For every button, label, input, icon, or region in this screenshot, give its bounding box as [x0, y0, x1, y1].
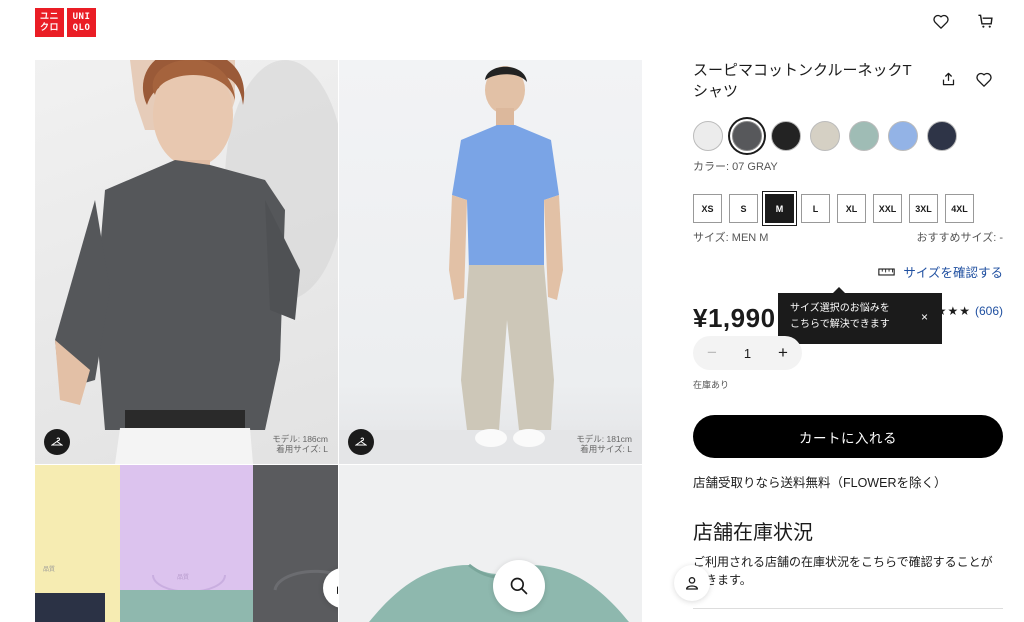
account-icon[interactable]: [674, 565, 710, 601]
color-swatch-black[interactable]: [771, 121, 801, 151]
logo-latin: UNI QLO: [67, 8, 96, 37]
favorite-heart-icon[interactable]: [973, 68, 995, 90]
size-option-xs[interactable]: XS: [693, 194, 722, 223]
size-label: サイズ: MEN M: [693, 232, 769, 244]
model-gray-photo: [55, 60, 338, 464]
product-image-folded-colors[interactable]: 品質 品質: [35, 465, 338, 622]
store-stock-description: ご利用される店舗の在庫状況をこちらで確認することができます。: [693, 555, 993, 587]
product-image-model-gray[interactable]: モデル: 186cm 着用サイズ: L: [35, 60, 338, 464]
tooltip-close-icon[interactable]: ×: [921, 309, 928, 325]
product-title: スーピマコットンクルーネックTシャツ: [693, 62, 912, 100]
model-info: モデル: 186cm 着用サイズ: L: [272, 434, 328, 454]
cart-icon[interactable]: [974, 10, 996, 32]
size-selector: XS S M L XL XXL 3XL 4XL: [693, 194, 974, 223]
hanger-icon[interactable]: [44, 429, 70, 455]
model-size: 着用サイズ: L: [276, 444, 328, 454]
quality-tag: 品質: [177, 573, 189, 581]
model-blue-photo: [339, 66, 642, 464]
ruler-icon: [878, 267, 896, 276]
size-option-s[interactable]: S: [729, 194, 758, 223]
color-swatch-green[interactable]: [849, 121, 879, 151]
size-option-xxl[interactable]: XXL: [873, 194, 902, 223]
tooltip-line-1: サイズ選択のお悩みを: [790, 303, 890, 314]
size-option-l[interactable]: L: [801, 194, 830, 223]
color-swatch-navy[interactable]: [927, 121, 957, 151]
hanger-icon[interactable]: [348, 429, 374, 455]
color-swatches: [693, 121, 957, 151]
review-count-link[interactable]: (606): [975, 304, 1003, 318]
color-swatch-white[interactable]: [693, 121, 723, 151]
color-label: カラー: 07 GRAY: [693, 161, 778, 173]
product-image-model-blue[interactable]: モデル: 181cm 着用サイズ: L: [339, 60, 642, 464]
quantity-value: 1: [743, 345, 752, 361]
price: ¥1,990: [693, 303, 776, 333]
product-image-flat-green[interactable]: [339, 465, 642, 622]
logo-katakana: ユニ クロ: [35, 8, 64, 37]
tooltip-line-2: こちらで解決できます: [790, 319, 890, 330]
size-option-4xl[interactable]: 4XL: [945, 194, 974, 223]
size-option-3xl[interactable]: 3XL: [909, 194, 938, 223]
quantity-decrease-button[interactable]: −: [707, 343, 717, 363]
product-image-gallery: モデル: 186cm 着用サイズ: L モデル: 181cm 着用サイズ: L: [35, 60, 642, 622]
color-swatch-gray[interactable]: [732, 121, 762, 151]
model-info: モデル: 181cm 着用サイズ: L: [576, 434, 632, 454]
size-option-xl[interactable]: XL: [837, 194, 866, 223]
quality-tag: 品質: [43, 565, 55, 573]
search-icon[interactable]: [493, 560, 545, 612]
size-check-label: サイズを確認する: [903, 266, 1003, 280]
store-pickup-note: 店舗受取りなら送料無料（FLOWERを除く）: [693, 476, 947, 490]
quantity-stepper: − 1 +: [693, 336, 802, 370]
folded-tees-photo: 品質 品質: [35, 465, 338, 622]
model-height: モデル: 186cm: [272, 434, 328, 444]
color-swatch-beige[interactable]: [810, 121, 840, 151]
model-size: 着用サイズ: L: [580, 444, 632, 454]
size-check-link[interactable]: サイズを確認する: [878, 262, 1003, 281]
section-divider: [693, 608, 1003, 609]
size-help-tooltip: サイズ選択のお悩みを こちらで解決できます ×: [778, 287, 942, 344]
quantity-increase-button[interactable]: +: [778, 343, 788, 363]
store-stock-title: 店舗在庫状況: [693, 522, 813, 544]
share-icon[interactable]: [937, 68, 959, 90]
wishlist-heart-icon[interactable]: [930, 10, 952, 32]
size-option-m[interactable]: M: [765, 194, 794, 223]
stock-status: 在庫あり: [693, 380, 730, 390]
add-to-cart-button[interactable]: カートに入れる: [693, 415, 1003, 458]
recommended-size: おすすめサイズ: -: [916, 232, 1003, 244]
model-height: モデル: 181cm: [576, 434, 632, 444]
flat-green-tee-photo: [369, 563, 629, 622]
uniqlo-logo[interactable]: ユニ クロ UNI QLO: [35, 8, 96, 37]
color-swatch-blue[interactable]: [888, 121, 918, 151]
